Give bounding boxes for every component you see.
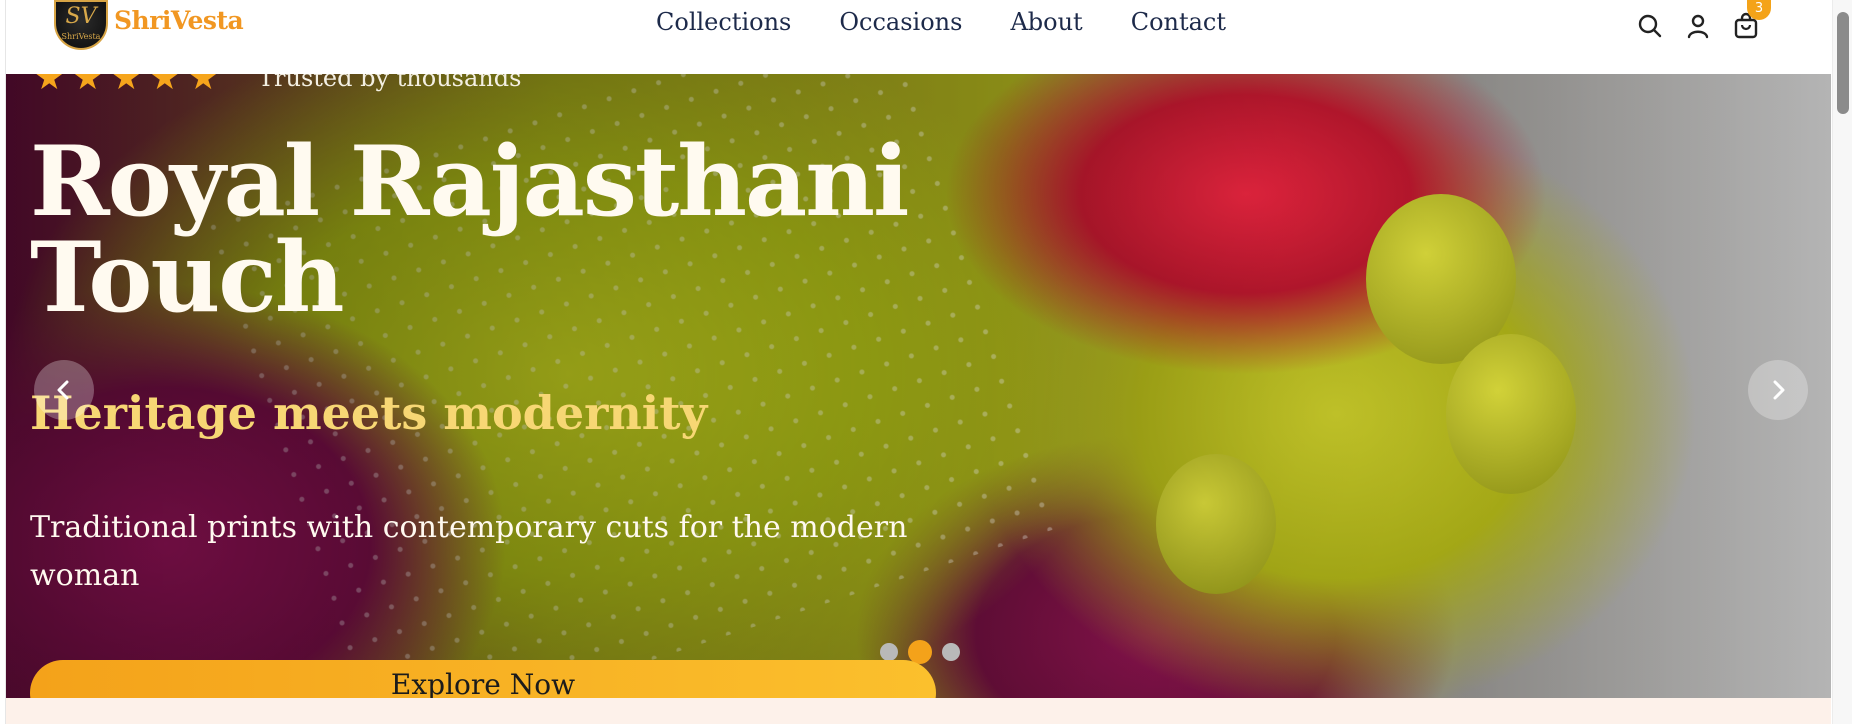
brand-name[interactable]: ShriVesta <box>114 6 244 35</box>
hero-carousel: ★ ★ ★ ★ ★ Trusted by thousands Royal Raj… <box>6 74 1831 698</box>
hero-description: Traditional prints with contemporary cut… <box>30 510 908 593</box>
rating-stars: ★ ★ ★ ★ ★ <box>34 74 218 98</box>
star-icon: ★ <box>110 74 142 98</box>
nav-item-collections[interactable]: Collections <box>656 8 791 36</box>
main-nav: Collections Occasions About Contact <box>656 8 1226 36</box>
next-slide-button[interactable] <box>1748 360 1808 420</box>
user-icon[interactable] <box>1684 12 1712 40</box>
vertical-scrollbar[interactable] <box>1832 0 1852 724</box>
logo-monogram: SV <box>65 4 97 29</box>
slide-dot-1[interactable] <box>880 643 898 661</box>
hero-subtitle: Heritage meets modernity <box>30 386 708 440</box>
explore-now-button[interactable]: Explore Now <box>30 660 936 698</box>
scrollbar-thumb[interactable] <box>1837 12 1849 114</box>
previous-slide-button[interactable] <box>34 360 94 420</box>
slide-dot-3[interactable] <box>942 643 960 661</box>
search-icon[interactable] <box>1636 12 1664 40</box>
trusted-text: Trusted by thousands <box>258 74 522 92</box>
chevron-left-icon <box>57 380 69 400</box>
logo-text: ShriVesta <box>61 32 101 41</box>
star-icon: ★ <box>187 74 219 98</box>
star-icon: ★ <box>34 74 65 98</box>
star-icon: ★ <box>72 74 103 98</box>
nav-item-about[interactable]: About <box>1010 8 1082 36</box>
hero-title: Royal Rajasthani Touch <box>30 125 909 334</box>
site-header: SV ShriVesta ShriVesta Collections Occas… <box>6 0 1830 74</box>
next-section-peek <box>6 698 1831 724</box>
chevron-right-icon <box>1773 380 1785 400</box>
nav-item-contact[interactable]: Contact <box>1131 8 1226 36</box>
star-icon: ★ <box>149 74 180 98</box>
page: SV ShriVesta ShriVesta Collections Occas… <box>0 0 1868 724</box>
logo[interactable]: SV ShriVesta <box>54 0 108 50</box>
nav-item-occasions[interactable]: Occasions <box>839 8 962 36</box>
